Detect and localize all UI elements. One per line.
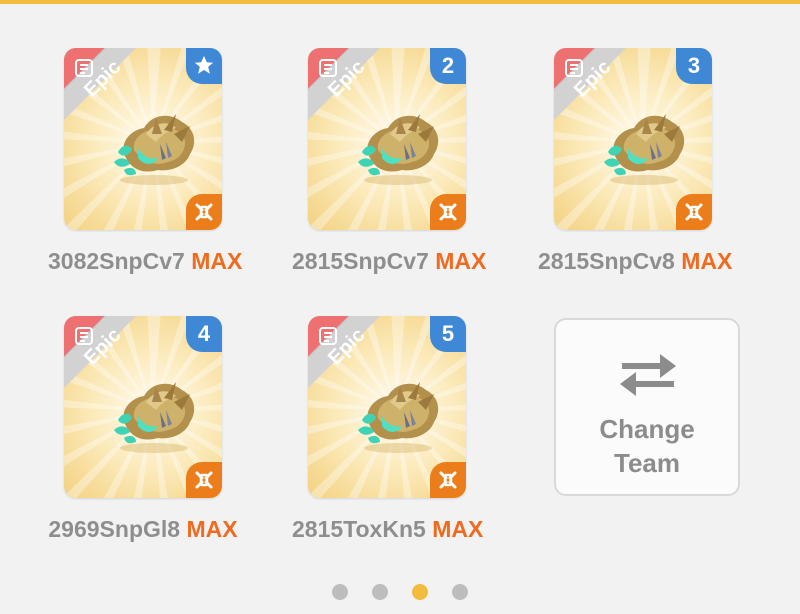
element-badge <box>430 194 466 230</box>
fossil-element-icon <box>439 471 457 489</box>
fossil-element-icon <box>195 471 213 489</box>
star-icon <box>194 55 214 74</box>
max-level-tag: MAX <box>191 248 243 274</box>
max-level-tag: MAX <box>435 248 487 274</box>
slot-badge: 2 <box>430 48 466 84</box>
element-badge <box>186 194 222 230</box>
dragon-tile[interactable]: Epic <box>64 48 222 230</box>
element-badge <box>430 462 466 498</box>
dragon-name-row: 2815SnpCv7 MAX <box>292 248 486 275</box>
element-badge <box>186 462 222 498</box>
max-level-tag: MAX <box>186 516 238 542</box>
change-team-button[interactable]: Change Team <box>554 318 740 496</box>
dragon-name: 2815ToxKn5 <box>292 516 426 542</box>
dragon-tile[interactable]: Epic 3 <box>554 48 712 230</box>
dragon-tile[interactable]: Epic 5 <box>308 316 466 498</box>
page-indicator <box>0 584 800 600</box>
notes-icon[interactable] <box>74 326 94 351</box>
dragon-tile[interactable]: Epic 4 <box>64 316 222 498</box>
page-dot-2[interactable] <box>372 584 388 600</box>
dragon-name: 2815SnpCv7 <box>292 248 429 274</box>
slot-badge: 5 <box>430 316 466 352</box>
slot-badge <box>186 48 222 84</box>
dragon-name-row: 2815ToxKn5 MAX <box>292 516 484 543</box>
change-team-line1: Change <box>599 414 695 444</box>
notes-icon[interactable] <box>318 326 338 351</box>
dragon-tile[interactable]: Epic 2 <box>308 48 466 230</box>
page-dot-3[interactable] <box>412 584 428 600</box>
slot-badge: 3 <box>676 48 712 84</box>
dragon-name-row: 2969SnpGl8 MAX <box>48 516 238 543</box>
change-team-label: Change Team <box>556 412 738 480</box>
dragon-name: 2969SnpGl8 <box>48 516 181 542</box>
fossil-element-icon <box>195 203 213 221</box>
dragon-name: 3082SnpCv7 <box>48 248 185 274</box>
dragon-name-row: 2815SnpCv8 MAX <box>538 248 732 275</box>
dragon-name-row: 3082SnpCv7 MAX <box>48 248 242 275</box>
slot-badge: 4 <box>186 316 222 352</box>
fossil-element-icon <box>685 203 703 221</box>
element-badge <box>676 194 712 230</box>
team-grid: Epic 3082SnpCv7 MAX Epic 2 2815SnpCv7 MA… <box>0 0 800 614</box>
fossil-element-icon <box>439 203 457 221</box>
page-dot-4[interactable] <box>452 584 468 600</box>
swap-arrows-icon <box>620 354 676 396</box>
max-level-tag: MAX <box>432 516 484 542</box>
notes-icon[interactable] <box>74 58 94 83</box>
max-level-tag: MAX <box>681 248 733 274</box>
notes-icon[interactable] <box>564 58 584 83</box>
dragon-name: 2815SnpCv8 <box>538 248 675 274</box>
change-team-line2: Team <box>614 448 680 478</box>
notes-icon[interactable] <box>318 58 338 83</box>
page-dot-1[interactable] <box>332 584 348 600</box>
